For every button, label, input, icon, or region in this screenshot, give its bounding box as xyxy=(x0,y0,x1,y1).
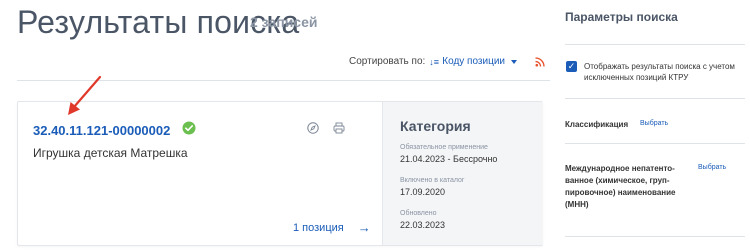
category-title: Категория xyxy=(400,118,471,134)
positions-link-label[interactable]: 1 позиция xyxy=(293,222,344,234)
positions-link[interactable]: 1 позиция → xyxy=(293,220,371,235)
updated-label: Обновлено xyxy=(400,210,437,217)
classification-label: Классификация xyxy=(565,120,629,129)
mandatory-value: 21.04.2023 - Бессрочно xyxy=(400,154,498,164)
sort-order-icon[interactable]: ↓≡ xyxy=(429,57,439,67)
sidebar-divider xyxy=(565,44,745,45)
compass-icon[interactable] xyxy=(307,122,319,134)
sort-select[interactable]: Коду позиции xyxy=(442,56,505,67)
exclude-positions-checkbox[interactable]: ✓ xyxy=(566,61,577,72)
mnn-select-link[interactable]: Выбрать xyxy=(698,164,726,171)
sort-bar: Сортировать по: ↓≡ Коду позиции xyxy=(349,56,545,67)
sort-label: Сортировать по: xyxy=(349,56,426,67)
exclude-positions-label[interactable]: Отображать результаты поиска с учетом ис… xyxy=(584,61,744,83)
category-panel: Категория Обязательное применение 21.04.… xyxy=(382,102,543,245)
mnn-label: Международное непатенто-ванное (химическ… xyxy=(565,164,676,209)
main-content: Результаты поиска 2 записей Сортировать … xyxy=(0,0,560,250)
sidebar-divider xyxy=(565,236,745,237)
sidebar-divider xyxy=(565,143,745,144)
annotation-arrow-icon xyxy=(68,75,102,115)
rss-icon[interactable] xyxy=(535,56,545,67)
chevron-down-icon[interactable] xyxy=(511,59,517,64)
product-name: Игрушка детская Матрешка xyxy=(33,146,188,160)
arrow-right-icon[interactable]: → xyxy=(358,220,371,235)
sidebar-divider xyxy=(565,98,745,99)
position-code-link[interactable]: 32.40.11.121-00000002 xyxy=(33,123,170,138)
print-icon[interactable] xyxy=(333,122,345,134)
search-params-sidebar: Параметры поиска ✓ Отображать результаты… xyxy=(560,0,750,250)
sidebar-title: Параметры поиска xyxy=(565,10,678,24)
included-label: Включено в каталог xyxy=(400,177,465,184)
records-count: 2 записей xyxy=(250,14,318,30)
updated-value: 22.03.2023 xyxy=(400,220,446,230)
included-value: 17.09.2020 xyxy=(400,187,446,197)
mandatory-label: Обязательное применение xyxy=(400,144,488,151)
classification-select-link[interactable]: Выбрать xyxy=(640,120,668,127)
check-circle-icon xyxy=(182,121,196,135)
